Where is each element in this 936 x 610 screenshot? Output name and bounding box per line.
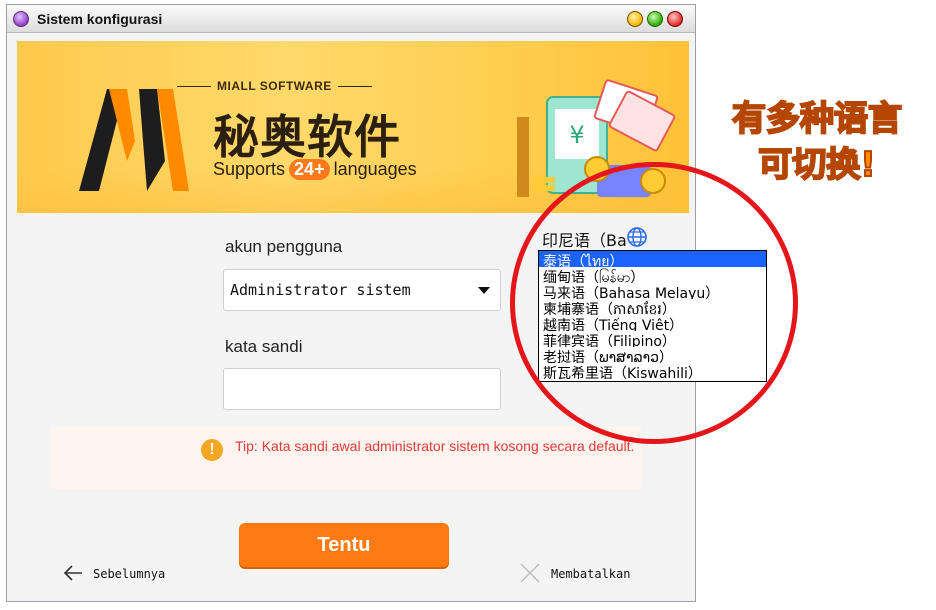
- user-account-value: Administrator sistem: [230, 281, 411, 299]
- globe-icon[interactable]: [626, 226, 648, 248]
- window-title: Sistem konfigurasi: [37, 11, 163, 27]
- password-input[interactable]: [223, 368, 501, 410]
- back-label: Sebelumnya: [93, 567, 166, 581]
- annotation-line-2: 可切换!: [757, 144, 877, 186]
- tip-box: ! Tip: Kata sandi awal administrator sis…: [51, 427, 641, 489]
- user-account-label: akun pengguna: [225, 237, 343, 256]
- confirm-button[interactable]: Tentu: [239, 523, 449, 567]
- miall-logo-icon: [79, 89, 189, 191]
- tagline-suffix: languages: [333, 159, 417, 179]
- language-option-vietnamese[interactable]: 越南语（Tiếng Việt）: [539, 315, 766, 331]
- annotation-line-1: 有多种语言: [731, 98, 903, 140]
- tagline-prefix: Supports: [213, 159, 286, 179]
- tip-text: Tip: Kata sandi awal administrator siste…: [235, 438, 635, 454]
- language-annotation: 有多种语言 可切换!: [712, 96, 922, 188]
- password-label: kata sandi: [225, 337, 303, 356]
- language-dropdown-list[interactable]: 泰语（ไทย） 缅甸语（မြန်မာ） 马来语（Bahasa Melayu） 柬…: [538, 250, 767, 382]
- language-option-burmese[interactable]: 缅甸语（မြန်မာ）: [539, 267, 766, 283]
- close-x-icon: [520, 563, 540, 583]
- warning-icon: !: [201, 439, 223, 461]
- close-button[interactable]: [667, 11, 683, 27]
- language-option-thai[interactable]: 泰语（ไทย）: [539, 251, 766, 267]
- language-option-malay[interactable]: 马来语（Bahasa Melayu）: [539, 283, 766, 299]
- cancel-label: Membatalkan: [551, 567, 631, 581]
- brand-small-text: MIALL SOFTWARE: [177, 79, 372, 93]
- app-icon: [13, 11, 29, 27]
- payment-illustration-icon: ¥: [517, 79, 676, 197]
- title-bar[interactable]: Sistem konfigurasi: [7, 5, 695, 33]
- language-option-swahili[interactable]: 斯瓦希里语（Kiswahili）: [539, 363, 766, 379]
- language-option-khmer[interactable]: 柬埔寨语（ភាសាខ្មែរ）: [539, 299, 766, 315]
- language-count-badge: 24+: [289, 159, 330, 180]
- brand-tagline: Supports 24+ languages: [213, 159, 417, 180]
- back-button[interactable]: Sebelumnya: [57, 559, 177, 587]
- minimize-button[interactable]: [627, 11, 643, 27]
- arrow-left-icon: [63, 565, 82, 581]
- user-account-select[interactable]: Administrator sistem: [223, 269, 501, 311]
- language-option-lao[interactable]: 老挝语（ພາສາລາວ）: [539, 347, 766, 363]
- svg-text:¥: ¥: [569, 121, 584, 149]
- banner: MIALL SOFTWARE 秘奥软件 Supports 24+ languages…: [17, 41, 689, 213]
- brand-name: 秘奥软件: [213, 110, 401, 164]
- language-selector[interactable]: 印尼语（Ba: [542, 227, 627, 251]
- dropdown-arrow-icon[interactable]: [478, 287, 490, 294]
- maximize-button[interactable]: [647, 11, 663, 27]
- language-option-filipino[interactable]: 菲律宾语（Filipino）: [539, 331, 766, 347]
- cancel-button[interactable]: Membatalkan: [513, 559, 653, 587]
